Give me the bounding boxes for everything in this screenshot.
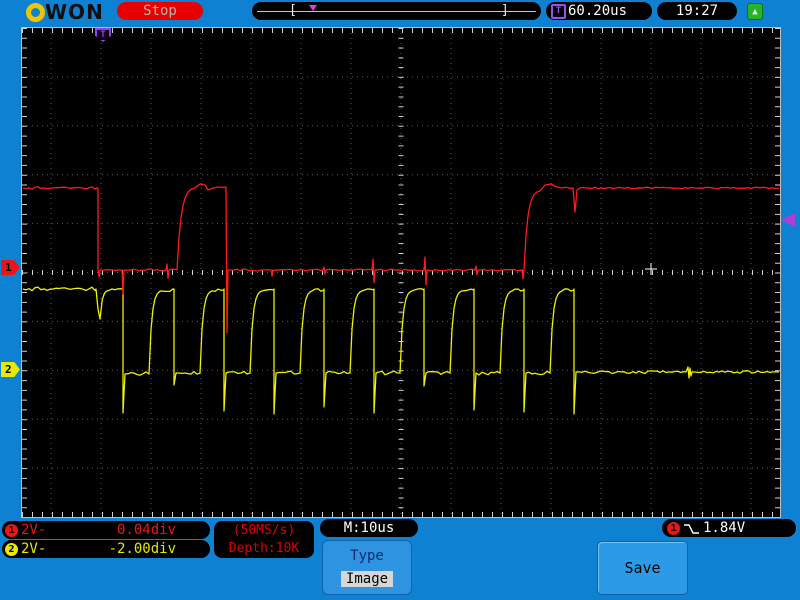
clock-readout: 19:27 xyxy=(657,2,737,20)
clock-value: 19:27 xyxy=(675,3,719,19)
trigger-time-readout: T 60.20us xyxy=(546,2,652,20)
memory-window-bar[interactable]: [ ] xyxy=(252,2,541,20)
menu-type-label: Type xyxy=(350,548,384,564)
ch2-status-box: 2 2V- -2.00div xyxy=(2,540,210,558)
memory-line xyxy=(257,11,536,12)
menu-type-value[interactable]: Image xyxy=(340,571,394,587)
ch2-offset: -2.00div xyxy=(108,541,176,557)
falling-edge-icon xyxy=(684,523,699,534)
timebase-readout: M:10us xyxy=(320,519,418,537)
oscilloscope-screen: WON Stop [ ] T 60.20us 19:27 ▲ T 1 2 1 2… xyxy=(0,0,800,600)
save-button[interactable]: Save xyxy=(597,541,688,595)
acquire-status-box: (50MS/s) Depth:10K xyxy=(214,521,314,558)
ch1-badge: 1 xyxy=(5,523,18,537)
stop-label: Stop xyxy=(143,3,177,19)
window-bracket-left: [ xyxy=(289,3,297,18)
ch2-trace xyxy=(22,286,780,415)
ch2-badge: 2 xyxy=(5,542,18,556)
waveform-display xyxy=(22,28,780,517)
memory-depth: Depth:10K xyxy=(228,540,300,556)
ch1-scale: 2V- xyxy=(21,522,47,538)
ch1-offset: 0.04div xyxy=(116,522,176,538)
acquisition-status-badge: Stop xyxy=(117,2,203,20)
window-bracket-right: ] xyxy=(501,3,509,18)
trigger-level-arrow-icon[interactable] xyxy=(781,213,795,227)
trigger-level-value: 1.84V xyxy=(703,520,746,536)
ch2-scale: 2V- xyxy=(21,541,47,557)
trigger-status-box: 1 1.84V xyxy=(662,519,796,537)
usb-storage-icon: ▲ xyxy=(747,3,763,20)
ch1-ground-marker[interactable]: 1 xyxy=(1,260,20,275)
graticule xyxy=(21,27,781,518)
trigger-t-icon: T xyxy=(551,3,566,19)
logo-ring-icon xyxy=(26,2,45,22)
trigger-source-badge: 1 xyxy=(667,521,680,535)
memory-trigger-marker-icon xyxy=(309,5,317,11)
logo-text: WON xyxy=(45,0,104,24)
trigger-time-value: 60.20us xyxy=(568,3,628,19)
save-menu-panel[interactable]: Type Image xyxy=(322,540,412,595)
owon-logo: WON xyxy=(26,0,104,24)
sample-rate: (50MS/s) xyxy=(232,522,296,538)
ch1-status-box: 1 2V- 0.04div xyxy=(2,521,210,539)
ch2-ground-marker[interactable]: 2 xyxy=(1,362,20,377)
